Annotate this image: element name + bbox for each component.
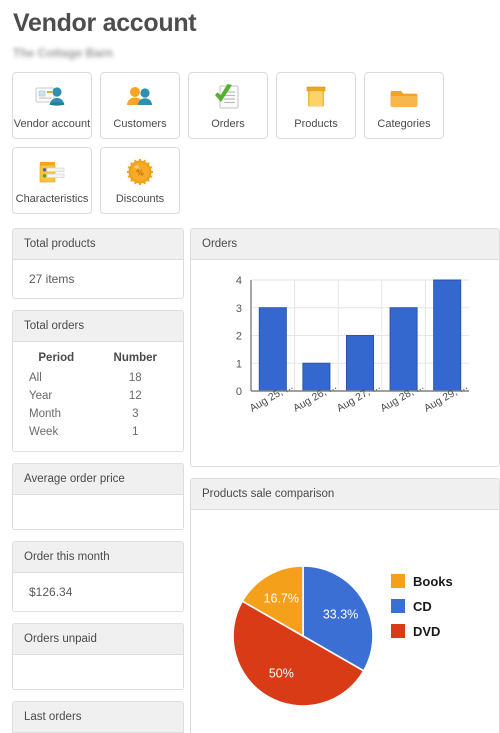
products-sale-pie-chart: 33.3% 50% 16.7% Books CD DVD	[191, 510, 499, 733]
tile-characteristics[interactable]: Characteristics	[12, 147, 92, 214]
cell-number: 18	[128, 372, 142, 384]
panel-last-orders: Last orders Order number Order status Pr…	[12, 701, 184, 733]
svg-text:1: 1	[236, 358, 242, 370]
total-orders-table: Period Number All 18 Year 12 Month 3 Wee…	[19, 350, 177, 441]
right-column: Orders 0 1 2 3 4 Aug 25, ... Aug 26, ... Aug 27…	[190, 228, 500, 733]
total-products-value: 27 items	[29, 272, 75, 286]
dashboard-columns: Total products 27 items Total orders Per…	[8, 214, 500, 733]
svg-text:DVD: DVD	[413, 624, 440, 639]
panel-orders-unpaid: Orders unpaid	[12, 623, 184, 690]
svg-text:3: 3	[236, 303, 242, 315]
svg-text:33.3%: 33.3%	[323, 607, 358, 621]
cell-number: 1	[132, 426, 139, 438]
vendor-account-page: Vendor account The Cottage Barn Vendor a…	[0, 0, 500, 733]
cell-number: 12	[128, 390, 142, 402]
panel-body: $126.34	[13, 573, 183, 611]
panel-total-products: Total products 27 items	[12, 228, 184, 299]
characteristics-icon	[35, 155, 69, 191]
svg-text:50%: 50%	[269, 667, 294, 681]
tile-label: Customers	[113, 118, 167, 130]
svg-text:2: 2	[236, 331, 242, 343]
panel-title: Order this month	[13, 542, 183, 573]
panel-title: Products sale comparison	[191, 479, 499, 510]
panel-title: Orders unpaid	[13, 624, 183, 655]
panel-body	[13, 655, 183, 689]
orders-unpaid-value	[24, 665, 29, 679]
products-icon	[299, 80, 333, 116]
pie-chart-svg: 33.3% 50% 16.7% Books CD DVD	[232, 565, 453, 707]
customers-icon	[123, 80, 157, 116]
tile-label: Discounts	[115, 193, 165, 205]
table-row: Year 12	[19, 387, 177, 405]
shortcut-tiles: Vendor account Customers Orders Products…	[8, 60, 492, 214]
vendor-name-subtitle: The Cottage Barn	[13, 46, 114, 60]
svg-text:4: 4	[236, 275, 242, 287]
panel-title: Last orders	[13, 702, 183, 733]
categories-icon	[387, 80, 421, 116]
bar-chart-svg: 01234Aug 25, ...Aug 26, ...Aug 27, ...Au…	[236, 275, 470, 415]
panel-average-order-price: Average order price	[12, 463, 184, 530]
tile-label: Products	[294, 118, 338, 130]
discounts-icon: %	[123, 155, 157, 191]
table-header-row: Period Number	[19, 350, 177, 369]
tile-label: Vendor account	[13, 118, 91, 130]
tile-label: Orders	[211, 118, 245, 130]
svg-text:16.7%: 16.7%	[264, 591, 299, 605]
svg-text:%: %	[136, 169, 144, 178]
cell-period: Year	[29, 390, 53, 402]
tile-label: Categories	[377, 118, 431, 130]
table-row: Week 1	[19, 423, 177, 441]
tile-customers[interactable]: Customers	[100, 72, 180, 139]
panel-title: Total products	[13, 229, 183, 260]
tile-orders[interactable]: Orders	[188, 72, 268, 139]
column-header-period: Period	[38, 352, 75, 364]
panel-total-orders: Total orders Period Number All 18 Year 1…	[12, 310, 184, 452]
cell-period: All	[29, 372, 42, 384]
cell-period: Week	[29, 426, 59, 438]
panel-title: Orders	[191, 229, 499, 260]
orders-bar-chart: 0 1 2 3 4 Aug 25, ... Aug 26, ... Aug 27, ... Au…	[191, 260, 499, 466]
tile-label: Characteristics	[15, 193, 89, 205]
tile-discounts[interactable]: % Discounts	[100, 147, 180, 214]
orders-icon	[211, 80, 245, 116]
panel-order-this-month: Order this month $126.34	[12, 541, 184, 612]
svg-text:0: 0	[236, 386, 242, 398]
panel-body: 27 items	[13, 260, 183, 298]
panel-body	[13, 495, 183, 529]
vendor-account-icon	[35, 80, 69, 116]
order-this-month-value: $126.34	[29, 585, 73, 599]
svg-text:Books: Books	[413, 574, 453, 589]
panel-orders-chart: Orders 0 1 2 3 4 Aug 25, ... Aug 26, ... Aug 27…	[190, 228, 500, 467]
column-header-number: Number	[113, 352, 157, 364]
average-order-price-value	[24, 505, 29, 519]
table-row: All 18	[19, 369, 177, 387]
page-title: Vendor account	[13, 9, 197, 37]
tile-categories[interactable]: Categories	[364, 72, 444, 139]
tile-vendor-account[interactable]: Vendor account	[12, 72, 92, 139]
panel-body: Period Number All 18 Year 12 Month 3 Wee…	[13, 342, 183, 451]
cell-number: 3	[132, 408, 139, 420]
panel-title: Average order price	[13, 464, 183, 495]
left-column: Total products 27 items Total orders Per…	[12, 228, 184, 733]
cell-period: Month	[29, 408, 61, 420]
svg-text:CD: CD	[413, 599, 432, 614]
tile-products[interactable]: Products	[276, 72, 356, 139]
panel-title: Total orders	[13, 311, 183, 342]
panel-products-sale-comparison: Products sale comparison 33.3% 50% 16.7% Bo…	[190, 478, 500, 733]
table-row: Month 3	[19, 405, 177, 423]
